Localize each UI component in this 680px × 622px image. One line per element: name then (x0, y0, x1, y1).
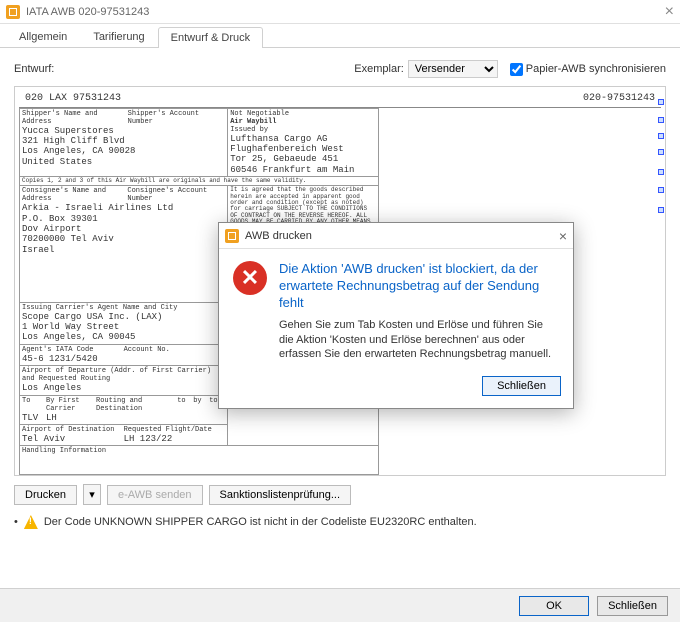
agent-hdr: Issuing Carrier's Agent Name and City (22, 304, 225, 312)
rd-hdr: Routing and Destination (96, 397, 177, 413)
dep-hdr: Airport of Departure (Addr. of First Car… (22, 367, 225, 383)
sync-text: Papier-AWB synchronisieren (526, 63, 666, 75)
exemplar-select[interactable]: Versender (408, 60, 498, 78)
awb-topright: 020-97531243 (583, 93, 655, 105)
handling-hdr: Handling Information (22, 447, 376, 455)
by2: by (193, 397, 209, 413)
aod-val: Tel Aviv (22, 434, 124, 444)
shipper-val: Yucca Superstores 321 High Cliff Blvd Lo… (22, 126, 225, 167)
warning-icon (24, 515, 38, 529)
tab-bar: Allgemein Tarifierung Entwurf & Druck (0, 24, 680, 48)
awb-title: Air Waybill (230, 118, 276, 126)
warning-text: Der Code UNKNOWN SHIPPER CARGO ist nicht… (44, 516, 477, 528)
sync-checkbox[interactable] (510, 63, 523, 76)
edit-marker-icon[interactable] (658, 187, 664, 193)
dialog-heading: Die Aktion 'AWB drucken' ist blockiert, … (279, 261, 559, 312)
edit-marker-icon[interactable] (658, 99, 664, 105)
drucken-button[interactable]: Drucken (14, 485, 77, 505)
edit-marker-icon[interactable] (658, 133, 664, 139)
edit-marker-icon[interactable] (658, 207, 664, 213)
exemplar-label: Exemplar: (354, 63, 404, 75)
window-title: IATA AWB 020-97531243 (26, 6, 149, 18)
footer: OK Schließen (0, 588, 680, 622)
close-button[interactable]: Schließen (597, 596, 668, 616)
app-icon (6, 5, 20, 19)
dep-val: Los Angeles (22, 383, 225, 393)
consignee-val: Arkia - Israeli Airlines Ltd P.O. Box 39… (22, 203, 225, 255)
not-negotiable: Not Negotiable (230, 110, 289, 118)
error-icon: ✕ (233, 261, 267, 295)
iata-hdr: Agent's IATA Code (22, 346, 124, 354)
awb-topleft: 020 LAX 97531243 (25, 93, 121, 105)
entwurf-row: Entwurf: Exemplar: Versender Papier-AWB … (14, 60, 666, 78)
shipper-hdr: Shipper's Name and Address (22, 110, 128, 126)
edit-marker-icon[interactable] (658, 117, 664, 123)
tab-allgemein[interactable]: Allgemein (6, 26, 80, 47)
acctno-hdr: Account No. (124, 346, 226, 354)
ok-button[interactable]: OK (519, 596, 589, 616)
carrier-val: Lufthansa Cargo AG Flughafenbereich West… (230, 134, 376, 175)
dialog-close-icon[interactable]: × (559, 228, 567, 244)
to-hdr: To (22, 397, 46, 413)
titlebar: IATA AWB 020-97531243 × (0, 0, 680, 24)
issued-by: Issued by (230, 126, 376, 134)
action-row: Drucken ▾ e-AWB senden Sanktionslistenpr… (14, 484, 666, 505)
tab-tarifierung[interactable]: Tarifierung (80, 26, 157, 47)
awb-drucken-dialog: AWB drucken × ✕ Die Aktion 'AWB drucken'… (218, 222, 574, 409)
to-val: TLV (22, 413, 46, 423)
flight-hdr: Requested Flight/Date (124, 426, 226, 434)
dialog-body: Gehen Sie zum Tab Kosten und Erlöse und … (279, 318, 559, 363)
sync-checkbox-label[interactable]: Papier-AWB synchronisieren (510, 63, 666, 76)
dialog-icon (225, 229, 239, 243)
bycar-hdr: By First Carrier (46, 397, 96, 413)
entwurf-label: Entwurf: (14, 63, 54, 75)
consignee-hdr: Consignee's Name and Address (22, 187, 127, 203)
tab-entwurf-druck[interactable]: Entwurf & Druck (158, 27, 263, 48)
copies-note: Copies 1, 2 and 3 of this Air Waybill ar… (20, 177, 379, 186)
sanktion-button[interactable]: Sanktionslistenprüfung... (209, 485, 351, 505)
flight-val: LH 123/22 (124, 434, 226, 444)
bycar-val: LH (46, 413, 96, 423)
dialog-close-button[interactable]: Schließen (482, 376, 561, 396)
iata-val: 45-6 1231/5420 (22, 354, 124, 364)
warning-row: • Der Code UNKNOWN SHIPPER CARGO ist nic… (14, 515, 666, 529)
export-note: These commodities, technology or softwar… (22, 475, 220, 476)
drucken-dropdown-icon[interactable]: ▾ (83, 484, 101, 505)
eawb-button: e-AWB senden (107, 485, 203, 505)
edit-marker-icon[interactable] (658, 149, 664, 155)
aod-hdr: Airport of Destination (22, 426, 124, 434)
agent-val: Scope Cargo USA Inc. (LAX) 1 World Way S… (22, 312, 225, 343)
edit-marker-icon[interactable] (658, 169, 664, 175)
to2: to (177, 397, 193, 413)
dialog-title: AWB drucken (245, 230, 312, 242)
consignee-acct-hdr: Consignee's Account Number (127, 187, 225, 203)
shipper-acct-hdr: Shipper's Account Number (128, 110, 226, 126)
window-close-icon[interactable]: × (665, 3, 674, 21)
